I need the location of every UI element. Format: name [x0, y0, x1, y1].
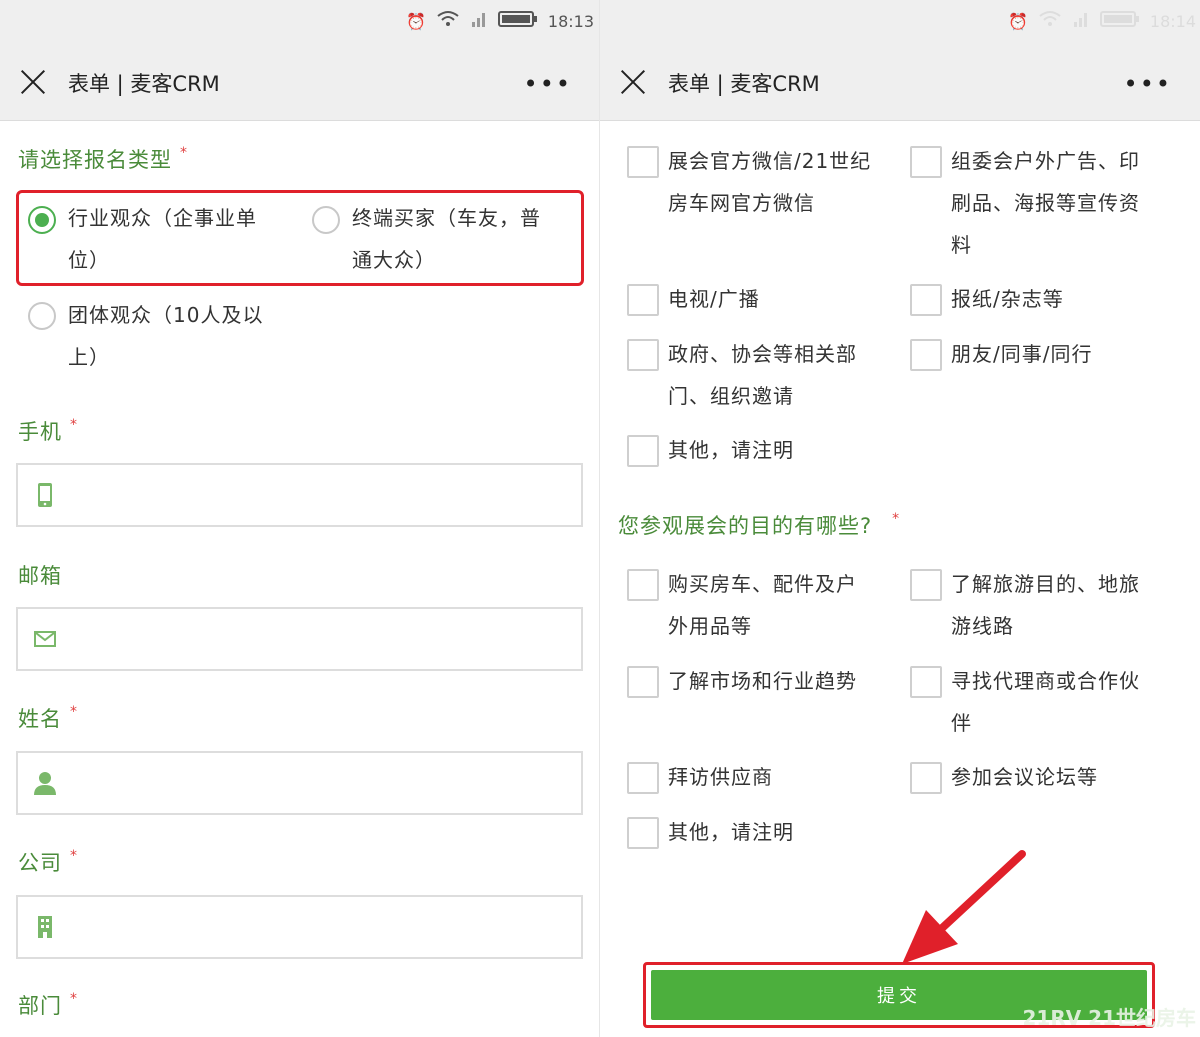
alarm-icon: ⏰: [1008, 11, 1028, 31]
required-marker: *: [70, 991, 78, 1007]
email-field[interactable]: [16, 607, 583, 671]
phone-label: 手机 *: [18, 417, 78, 444]
checkbox-other-purpose[interactable]: [627, 817, 659, 849]
radio-label-buyer-line2: 通大众）: [352, 248, 436, 272]
required-marker: *: [892, 511, 901, 527]
alarm-icon: ⏰: [406, 11, 426, 31]
checkbox-label: 购买房车、配件及户 外用品等: [668, 572, 857, 638]
phone-input[interactable]: [78, 475, 562, 517]
checkbox-label: 了解旅游目的、地旅 游线路: [951, 572, 1140, 638]
nav-bar: 表单 | 麦客CRM •••: [600, 44, 1200, 121]
status-time: 18:14: [1149, 11, 1197, 31]
checkbox-market-trends[interactable]: [627, 666, 659, 698]
status-bar: ⏰ 18:14: [600, 0, 1200, 44]
checkbox-friends[interactable]: [910, 339, 942, 371]
radio-group-visitor[interactable]: [28, 302, 56, 330]
checkbox-label: 其他，请注明: [668, 438, 794, 462]
checkbox-label: 组委会户外广告、印 刷品、海报等宣传资料: [951, 149, 1140, 257]
wifi-icon: [1038, 10, 1062, 32]
company-label: 公司 *: [18, 848, 78, 875]
right-screen: ⏰ 18:14 表单 | 麦客CRM ••• 展会官方微信/21世纪 房车网官方微…: [600, 0, 1200, 1037]
email-input[interactable]: [78, 619, 562, 661]
checkbox-visit-suppliers[interactable]: [627, 762, 659, 794]
battery-icon: [1099, 10, 1140, 32]
radio-label-industry-line1: 行业观众（企事业单: [68, 206, 257, 230]
checkbox-official-wechat[interactable]: [627, 146, 659, 178]
close-icon[interactable]: [20, 69, 46, 95]
red-arrow-annotation: [902, 850, 1026, 964]
required-marker: *: [70, 848, 78, 864]
checkbox-label: 拜访供应商: [668, 765, 773, 789]
checkbox-outdoor-ads[interactable]: [910, 146, 942, 178]
close-icon[interactable]: [620, 69, 646, 95]
checkbox-conference[interactable]: [910, 762, 942, 794]
wifi-icon: [436, 10, 460, 32]
signal-icon: [1072, 10, 1090, 32]
checkbox-label: 参加会议论坛等: [951, 765, 1098, 789]
checkbox-label: 寻找代理商或合作伙伴: [951, 669, 1140, 735]
more-icon[interactable]: •••: [1124, 70, 1172, 98]
company-field[interactable]: [16, 895, 583, 959]
checkbox-other-source[interactable]: [627, 435, 659, 467]
checkbox-government[interactable]: [627, 339, 659, 371]
checkbox-newspaper[interactable]: [910, 284, 942, 316]
checkbox-label: 其他，请注明: [668, 820, 794, 844]
mail-icon: [32, 626, 58, 652]
radio-end-buyer[interactable]: [312, 206, 340, 234]
checkbox-find-partners[interactable]: [910, 666, 942, 698]
radio-label-buyer-line1: 终端买家（车友，普: [352, 206, 541, 230]
phone-field[interactable]: [16, 463, 583, 527]
checkbox-label: 朋友/同事/同行: [951, 342, 1093, 366]
user-icon: [32, 770, 58, 796]
building-icon: [32, 914, 58, 940]
status-bar: ⏰ 18:13: [0, 0, 600, 44]
required-marker: *: [70, 704, 78, 720]
registration-type-label: 请选择报名类型 *: [18, 145, 188, 172]
email-label: 邮箱: [18, 564, 62, 588]
name-label: 姓名 *: [18, 704, 78, 731]
watermark: 21RV 21世纪房车: [1022, 1006, 1196, 1030]
purpose-question-label: 您参观展会的目的有哪些? *: [618, 511, 901, 538]
required-marker: *: [180, 145, 188, 161]
nav-bar: 表单 | 麦客CRM •••: [0, 44, 600, 121]
checkbox-buy-rv[interactable]: [627, 569, 659, 601]
more-icon[interactable]: •••: [524, 70, 572, 98]
department-label: 部门 *: [18, 991, 78, 1018]
checkbox-travel-routes[interactable]: [910, 569, 942, 601]
checkbox-label: 展会官方微信/21世纪 房车网官方微信: [668, 149, 872, 215]
radio-industry-visitor[interactable]: [28, 206, 56, 234]
page-title: 表单 | 麦客CRM: [668, 72, 820, 96]
left-screen: ⏰ 18:13 表单 | 麦客CRM ••• 请选择报名类型 * 行业观众（企事业…: [0, 0, 600, 1037]
name-field[interactable]: [16, 751, 583, 815]
radio-label-group-line2: 上）: [68, 345, 110, 369]
checkbox-label: 电视/广播: [668, 287, 760, 311]
checkbox-label: 报纸/杂志等: [951, 287, 1064, 311]
company-input[interactable]: [78, 907, 562, 949]
status-time: 18:13: [547, 11, 595, 31]
name-input[interactable]: [78, 763, 562, 805]
phone-icon: [32, 482, 58, 508]
battery-icon: [497, 10, 538, 32]
page-title: 表单 | 麦客CRM: [68, 72, 220, 96]
required-marker: *: [70, 417, 78, 433]
checkbox-tv-radio[interactable]: [627, 284, 659, 316]
radio-label-industry-line2: 位）: [68, 248, 110, 272]
signal-icon: [470, 10, 488, 32]
radio-label-group-line1: 团体观众（10人及以: [68, 303, 264, 327]
checkbox-label: 了解市场和行业趋势: [668, 669, 857, 693]
checkbox-label: 政府、协会等相关部 门、组织邀请: [668, 342, 857, 408]
